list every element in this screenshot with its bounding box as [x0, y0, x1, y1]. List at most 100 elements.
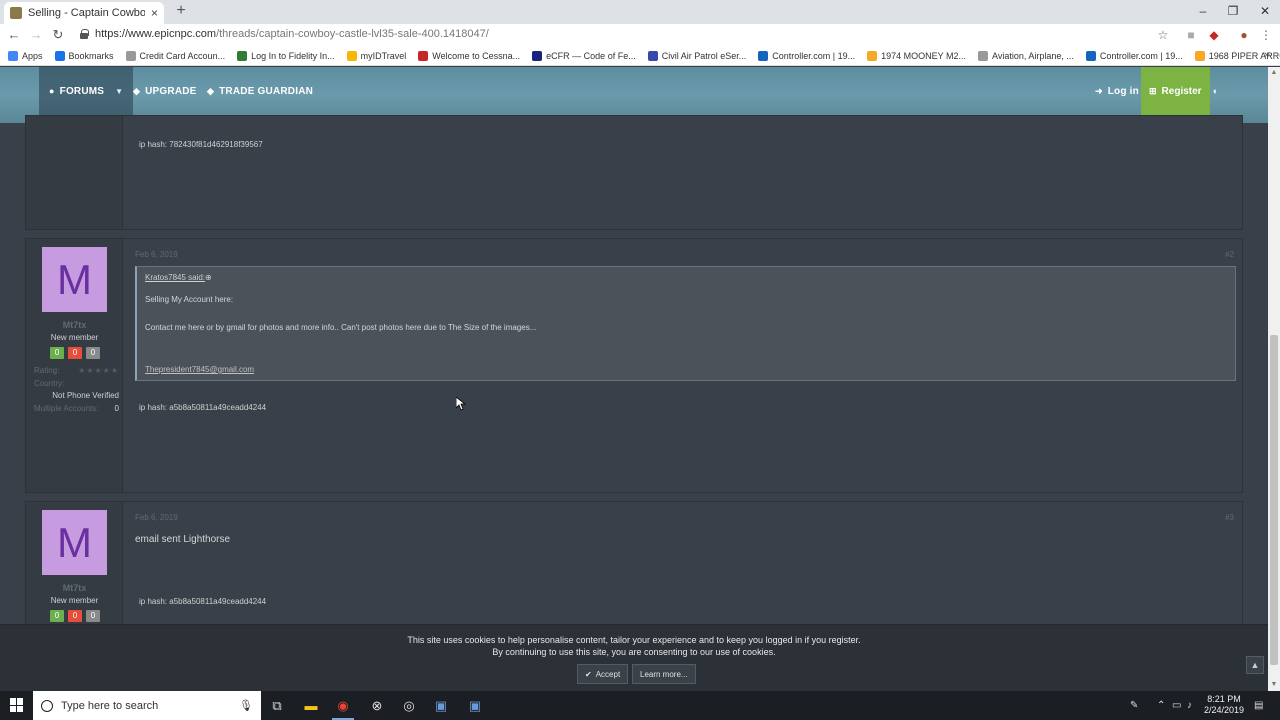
- bookmark-item[interactable]: Civil Air Patrol eSer...: [647, 50, 746, 61]
- bookmark-item[interactable]: 1974 MOONEY M2...: [867, 50, 966, 61]
- taskbar-clock[interactable]: 8:21 PM 2/24/2019: [1200, 694, 1248, 716]
- tray-network-icon[interactable]: ▭: [1172, 691, 1181, 720]
- bookmark-item[interactable]: myIDTravel: [346, 50, 406, 61]
- negative-badge: 0: [68, 610, 82, 622]
- bookmark-item[interactable]: Apps: [8, 50, 43, 61]
- scroll-thumb[interactable]: [1270, 335, 1278, 665]
- username[interactable]: Mt7tx: [26, 583, 123, 593]
- quote-text: Contact me here or by gmail for photos a…: [145, 323, 537, 332]
- file-explorer-icon[interactable]: ▬: [297, 691, 325, 720]
- post-date[interactable]: Feb 6, 2019: [135, 513, 178, 522]
- extension-icon[interactable]: ■: [1183, 27, 1199, 43]
- windows-taskbar: Type here to search 🎙 ⧉ ▬ ◉ ⊗ ◎ ▣ ▣ ✎ ⌃ …: [0, 691, 1280, 720]
- apps-grid-icon: [8, 50, 18, 61]
- chrome-icon[interactable]: ◉: [329, 691, 357, 720]
- bookmarks-overflow-button[interactable]: »: [1264, 49, 1270, 61]
- scroll-up-icon[interactable]: ▲: [1268, 67, 1280, 79]
- bookmark-item[interactable]: Controller.com | 19...: [1085, 50, 1183, 61]
- taskbar-search[interactable]: Type here to search 🎙: [33, 691, 261, 720]
- site-favicon-icon: [10, 7, 22, 19]
- url-path: /threads/captain-cowboy-castle-lvl35-sal…: [216, 28, 489, 40]
- user-role: New member: [50, 333, 99, 342]
- neutral-badge: 0: [86, 347, 100, 359]
- bookmark-item[interactable]: Credit Card Accoun...: [125, 50, 225, 61]
- url-host: https://www.epicnpc.com: [95, 28, 217, 40]
- quote-email-link[interactable]: Thepresident7845@gmail.com: [145, 365, 254, 374]
- microphone-icon[interactable]: 🎙: [239, 699, 253, 712]
- negative-badge: 0: [68, 347, 82, 359]
- quote-author[interactable]: Kratos7845 said:: [145, 273, 205, 282]
- login-link[interactable]: ➜ Log in: [1095, 67, 1139, 115]
- tray-volume-icon[interactable]: ♪: [1187, 691, 1192, 720]
- search-placeholder: Type here to search: [61, 699, 159, 712]
- tag-icon: ◆: [133, 85, 141, 96]
- myidtravel-icon: [346, 50, 357, 61]
- bookmark-item[interactable]: Log In to Fidelity In...: [237, 50, 335, 61]
- avatar[interactable]: M: [42, 510, 107, 575]
- task-view-icon[interactable]: ⧉: [263, 691, 291, 720]
- bookmark-item[interactable]: Welcome to Cessna...: [418, 50, 520, 61]
- windows-start-icon[interactable]: [10, 698, 24, 712]
- tray-pen-icon[interactable]: ✎: [1130, 691, 1138, 720]
- multiple-accounts-field: Multiple Accounts: 0: [34, 404, 119, 413]
- learn-more-button[interactable]: Learn more...: [632, 664, 696, 684]
- bookmark-item[interactable]: Bookmarks: [54, 50, 114, 61]
- username[interactable]: Mt7tx: [26, 320, 123, 330]
- bookmarks-bar: Apps Bookmarks Credit Card Accoun... Log…: [0, 46, 1280, 66]
- chevron-down-icon[interactable]: ▼: [115, 87, 123, 96]
- page-icon: [125, 50, 136, 61]
- rating-stars: ★★★★★: [78, 366, 119, 375]
- notifications-icon[interactable]: ▤: [1254, 691, 1263, 720]
- register-button[interactable]: ⊞ Register: [1141, 67, 1210, 115]
- nav-upgrade[interactable]: ◆ UPGRADE: [133, 67, 197, 115]
- xbox-icon[interactable]: ⊗: [363, 691, 391, 720]
- country-field: Country:: [34, 379, 65, 388]
- post-number[interactable]: #3: [1225, 513, 1234, 522]
- style-toggle-icon[interactable]: ◐: [1213, 67, 1219, 115]
- back-icon[interactable]: ←: [5, 27, 23, 43]
- post-user-column: M Mt7tx New member 0 0 0 Rating: ★★★★★ C…: [26, 239, 123, 492]
- reload-icon[interactable]: ↻: [49, 27, 67, 43]
- tab-close-icon[interactable]: ×: [151, 6, 158, 20]
- bookmark-item[interactable]: Aviation, Airplane, ...: [977, 50, 1074, 61]
- avatar[interactable]: M: [42, 247, 107, 312]
- menu-kebab-icon[interactable]: ⋮: [1258, 27, 1274, 43]
- close-window-button[interactable]: ✕: [1250, 2, 1280, 20]
- fidelity-icon: [237, 50, 248, 61]
- browser-tab[interactable]: Selling - Captain Cowboy / Castle ×: [4, 2, 164, 24]
- bookmark-item[interactable]: Controller.com | 19...: [758, 50, 855, 61]
- user-role: New member: [50, 596, 99, 605]
- rating-field: Rating: ★★★★★: [34, 366, 119, 375]
- maximize-button[interactable]: ❐: [1218, 2, 1248, 20]
- lock-icon[interactable]: [80, 29, 89, 39]
- app-icon[interactable]: ▣: [427, 691, 455, 720]
- nav-forums[interactable]: ● FORUMS ▼: [39, 67, 134, 115]
- quote-text: Selling My Account here:: [145, 295, 234, 304]
- new-tab-button[interactable]: +: [172, 2, 190, 20]
- ip-hash: ip hash: a5b8a50811a49ceadd4244: [139, 403, 267, 412]
- settings-app-icon[interactable]: ◎: [395, 691, 423, 720]
- bookmark-star-icon[interactable]: ☆: [1155, 27, 1171, 43]
- tray-chevron-up-icon[interactable]: ⌃: [1157, 691, 1165, 720]
- post-date[interactable]: Feb 6, 2019: [135, 250, 178, 259]
- page-scrollbar[interactable]: ▲ ▼: [1268, 67, 1280, 691]
- gpo-icon: [532, 50, 543, 61]
- accept-cookies-button[interactable]: ✔ Accept: [577, 664, 629, 684]
- forward-icon[interactable]: →: [27, 27, 45, 43]
- cookie-text: This site uses cookies to help personali…: [407, 635, 861, 645]
- ip-hash: ip hash: 782430f81d462918f39567: [139, 140, 263, 149]
- post-number[interactable]: #2: [1225, 250, 1234, 259]
- profile-avatar-icon[interactable]: ●: [1236, 27, 1252, 43]
- minimize-button[interactable]: –: [1188, 2, 1218, 20]
- bookmark-item[interactable]: eCFR — Code of Fe...: [532, 50, 636, 61]
- scroll-to-top-icon[interactable]: ▲: [1246, 656, 1264, 674]
- address-bar[interactable]: https://www.epicnpc.com/threads/captain-…: [95, 28, 489, 40]
- post-3: M Mt7tx New member 0 0 0 Feb 6, 2019 #3 …: [25, 501, 1243, 641]
- app-icon[interactable]: ▣: [461, 691, 489, 720]
- scroll-down-icon[interactable]: ▼: [1268, 679, 1280, 691]
- cookie-notice: This site uses cookies to help personali…: [0, 624, 1268, 691]
- extension-shield-icon[interactable]: ◆: [1206, 27, 1222, 43]
- nav-trade-guardian[interactable]: ◆ TRADE GUARDIAN: [207, 67, 313, 115]
- quote-jump-icon[interactable]: ⊕: [205, 273, 212, 282]
- trade-badges: 0 0 0: [45, 610, 105, 622]
